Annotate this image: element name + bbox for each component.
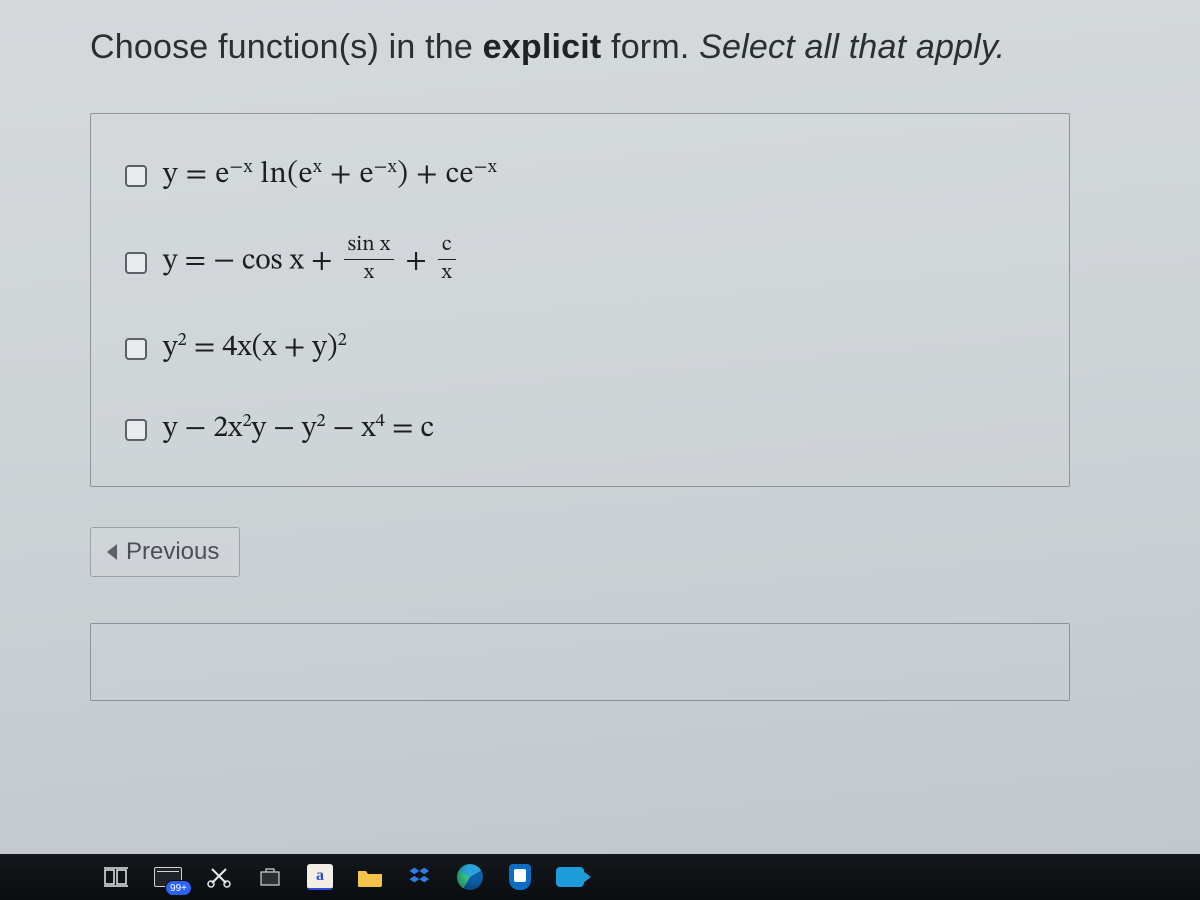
nav-row: Previous — [90, 527, 1110, 577]
edge-swirl-icon — [457, 864, 483, 890]
option-c[interactable]: y2 = 4x(x + y)2 — [121, 314, 1039, 381]
fraction-num: c — [438, 235, 456, 260]
prompt-middle: form. — [601, 28, 699, 66]
prompt-strong: explicit — [483, 28, 602, 66]
mail-icon[interactable]: 99+ — [146, 860, 190, 894]
mail-badge: 99+ — [165, 880, 192, 896]
math-sup: −x — [230, 159, 253, 177]
chevron-left-icon — [107, 544, 117, 560]
fraction-den: x — [364, 260, 374, 285]
prompt-prefix: Choose function(s) in the — [90, 28, 483, 66]
math-sup: 4 — [376, 413, 385, 431]
content-frame: Choose function(s) in the explicit form.… — [90, 28, 1110, 701]
math-text: + e — [322, 160, 374, 190]
quiz-screen: Choose function(s) in the explicit form.… — [0, 0, 1200, 900]
math-text: ln(e — [253, 160, 313, 190]
math-text: − x — [326, 414, 376, 444]
fraction-num: sin x — [344, 235, 395, 260]
math-text: ) + ce — [397, 160, 474, 190]
math-sup: 2 — [242, 413, 251, 431]
math-sup: x — [313, 159, 322, 177]
previous-button[interactable]: Previous — [90, 527, 240, 577]
shield-icon — [509, 864, 531, 890]
file-explorer-icon[interactable] — [350, 860, 390, 894]
edge-browser-icon[interactable] — [450, 860, 490, 894]
options-box: y = e−x ln(ex + e−x) + ce−x y = − cos x … — [90, 113, 1070, 487]
checkbox-a[interactable] — [125, 165, 147, 187]
prompt-em: Select all that apply. — [699, 28, 1005, 66]
math-sup: −x — [374, 159, 397, 177]
math-text: y − y — [252, 414, 317, 444]
question-prompt: Choose function(s) in the explicit form.… — [90, 28, 1110, 67]
checkbox-b[interactable] — [125, 252, 147, 274]
math-text: = 4x(x + y) — [187, 333, 338, 363]
previous-label: Previous — [126, 538, 219, 566]
windows-taskbar: 99+ a — [0, 854, 1200, 900]
math-sup: 2 — [338, 332, 347, 350]
camera-app-icon[interactable] — [550, 860, 590, 894]
math-sup: −x — [474, 159, 497, 177]
math-text: = c — [385, 414, 434, 444]
math-sup: 2 — [316, 413, 325, 431]
fraction: c x — [438, 235, 456, 284]
option-b[interactable]: y = − cos x + sin x x + c x — [121, 222, 1039, 300]
option-a[interactable]: y = e−x ln(ex + e−x) + ce−x — [121, 142, 1039, 208]
checkbox-c[interactable] — [125, 338, 147, 360]
option-a-math: y = e−x ln(ex + e−x) + ce−x — [163, 156, 497, 194]
option-d-math: y − 2x2y − y2 − x4 = c — [163, 410, 434, 448]
math-text: y — [163, 333, 178, 363]
checkbox-d[interactable] — [125, 419, 147, 441]
option-c-math: y2 = 4x(x + y)2 — [163, 329, 347, 367]
math-sup: 2 — [178, 332, 187, 350]
microsoft-store-icon[interactable] — [250, 860, 290, 894]
fraction-den: x — [442, 260, 452, 285]
math-text: y = e — [163, 160, 230, 190]
windows-security-icon[interactable] — [500, 860, 540, 894]
math-text: y − 2x — [163, 414, 242, 444]
camera-icon — [556, 867, 584, 887]
task-view-icon[interactable] — [96, 860, 136, 894]
option-d[interactable]: y − 2x2y − y2 − x4 = c — [121, 395, 1039, 462]
option-b-math: y = − cos x + sin x x + c x — [163, 237, 460, 286]
snip-sketch-icon[interactable] — [200, 860, 240, 894]
answer-input[interactable] — [90, 623, 1070, 701]
dropbox-icon[interactable] — [400, 860, 440, 894]
amazon-app-icon[interactable]: a — [300, 860, 340, 894]
amazon-letter: a — [307, 864, 333, 890]
math-text: y = − cos x + — [163, 247, 340, 277]
fraction: sin x x — [344, 235, 395, 284]
math-text: + — [405, 247, 434, 277]
